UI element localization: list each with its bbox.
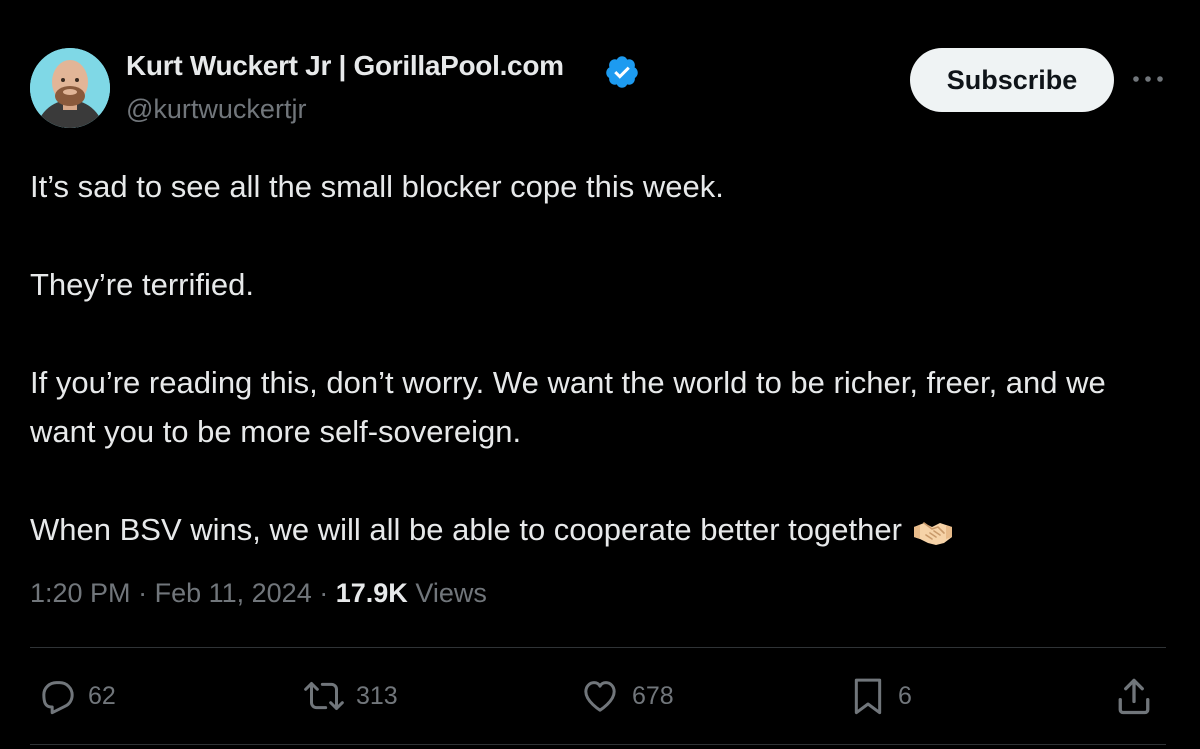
tweet-paragraph-last: When BSV wins, we will all be able to co… <box>30 505 1170 554</box>
heart-icon <box>584 681 616 712</box>
tweet-paragraph: It’s sad to see all the small blocker co… <box>30 169 724 204</box>
views-label: Views <box>415 578 487 608</box>
bookmark-count: 6 <box>898 681 912 710</box>
reply-count: 62 <box>88 681 116 710</box>
tweet-text: It’s sad to see all the small blocker co… <box>30 162 1170 554</box>
bookmark-icon <box>854 678 882 715</box>
author-avatar[interactable] <box>30 48 110 128</box>
reply-button[interactable]: 62 <box>38 666 116 726</box>
tweet-paragraph: If you’re reading this, don’t worry. We … <box>30 365 1106 449</box>
tweet-meta: 1:20 PM · Feb 11, 2024 · 17.9K Views <box>30 578 487 609</box>
tweet-paragraph: They’re terrified. <box>30 267 254 302</box>
tweet-time[interactable]: 1:20 PM <box>30 578 131 608</box>
verified-badge-icon <box>606 56 638 88</box>
avatar-photo <box>30 48 110 128</box>
handshake-icon <box>913 522 952 545</box>
divider <box>30 744 1166 745</box>
tweet-date[interactable]: Feb 11, 2024 <box>155 578 312 608</box>
tweet-paragraph: When BSV wins, we will all be able to co… <box>30 512 902 547</box>
like-count: 678 <box>632 681 674 710</box>
bookmark-button[interactable]: 6 <box>848 666 912 726</box>
tweet-card: Kurt Wuckert Jr | GorillaPool.com @kurtw… <box>0 0 1200 749</box>
more-horizontal-icon[interactable] <box>1128 64 1168 94</box>
repost-icon <box>304 682 344 710</box>
subscribe-button[interactable]: Subscribe <box>910 48 1114 112</box>
separator: · <box>138 578 148 608</box>
share-button[interactable] <box>1112 666 1156 726</box>
share-icon <box>1118 678 1150 715</box>
repost-count: 313 <box>356 681 398 710</box>
views-count: 17.9K <box>335 578 408 608</box>
separator: · <box>319 578 329 608</box>
divider <box>30 647 1166 648</box>
action-bar: 62 313 678 6 <box>30 666 1166 726</box>
author-handle[interactable]: @kurtwuckertjr <box>126 94 306 125</box>
author-name[interactable]: Kurt Wuckert Jr | GorillaPool.com <box>126 50 564 82</box>
repost-button[interactable]: 313 <box>302 666 398 726</box>
reply-icon <box>42 681 74 715</box>
like-button[interactable]: 678 <box>578 666 674 726</box>
